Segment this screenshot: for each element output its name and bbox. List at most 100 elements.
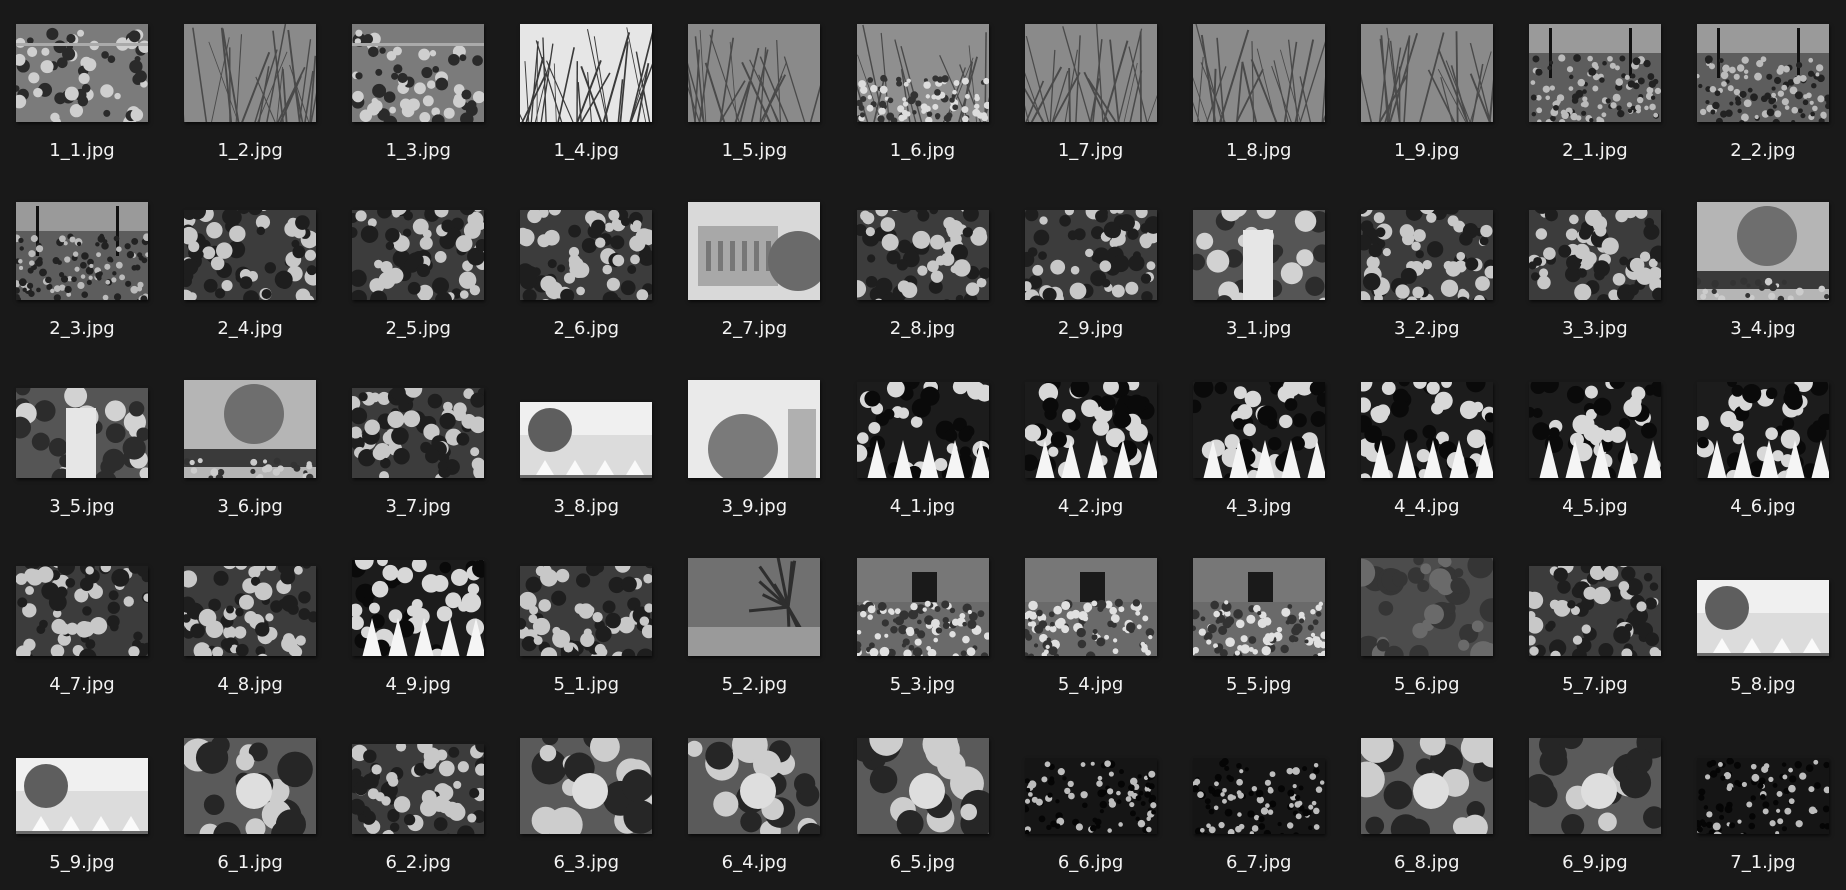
file-tile[interactable]: 5_4.jpg bbox=[1025, 534, 1193, 712]
file-tile[interactable]: 3_3.jpg bbox=[1529, 178, 1697, 356]
file-thumbnail[interactable] bbox=[1361, 558, 1493, 656]
file-name-label[interactable]: 2_5.jpg bbox=[352, 318, 484, 340]
file-thumbnail[interactable] bbox=[1529, 24, 1661, 122]
file-tile[interactable]: 4_2.jpg bbox=[1025, 356, 1193, 534]
file-thumbnail[interactable] bbox=[16, 758, 148, 834]
file-thumbnail[interactable] bbox=[1361, 210, 1493, 300]
file-thumbnail[interactable] bbox=[1025, 210, 1157, 300]
file-name-label[interactable]: 2_9.jpg bbox=[1025, 318, 1157, 340]
file-tile[interactable]: 3_1.jpg bbox=[1193, 178, 1361, 356]
file-thumbnail[interactable] bbox=[1193, 758, 1325, 834]
file-tile[interactable]: 2_8.jpg bbox=[857, 178, 1025, 356]
file-name-label[interactable]: 1_2.jpg bbox=[184, 140, 316, 162]
file-name-label[interactable]: 3_2.jpg bbox=[1361, 318, 1493, 340]
file-name-label[interactable]: 6_3.jpg bbox=[520, 852, 652, 874]
file-thumbnail[interactable] bbox=[857, 24, 989, 122]
file-tile[interactable]: 4_9.jpg bbox=[352, 534, 520, 712]
file-name-label[interactable]: 4_5.jpg bbox=[1529, 496, 1661, 518]
file-name-label[interactable]: 3_5.jpg bbox=[16, 496, 148, 518]
file-name-label[interactable]: 4_2.jpg bbox=[1025, 496, 1157, 518]
file-tile[interactable]: 5_7.jpg bbox=[1529, 534, 1697, 712]
file-tile[interactable]: 3_2.jpg bbox=[1361, 178, 1529, 356]
file-name-label[interactable]: 4_9.jpg bbox=[352, 674, 484, 696]
file-name-label[interactable]: 1_5.jpg bbox=[688, 140, 820, 162]
file-tile[interactable]: 5_6.jpg bbox=[1361, 534, 1529, 712]
file-tile[interactable]: 6_3.jpg bbox=[520, 712, 688, 890]
file-thumbnail[interactable] bbox=[688, 24, 820, 122]
file-thumbnail[interactable] bbox=[520, 402, 652, 478]
file-tile[interactable]: 4_5.jpg bbox=[1529, 356, 1697, 534]
file-tile[interactable]: 6_2.jpg bbox=[352, 712, 520, 890]
file-name-label[interactable]: 6_4.jpg bbox=[688, 852, 820, 874]
file-name-label[interactable]: 4_8.jpg bbox=[184, 674, 316, 696]
file-tile[interactable]: 1_7.jpg bbox=[1025, 0, 1193, 178]
file-tile[interactable]: 1_3.jpg bbox=[352, 0, 520, 178]
file-tile[interactable]: 3_4.jpg bbox=[1697, 178, 1846, 356]
file-name-label[interactable]: 4_3.jpg bbox=[1193, 496, 1325, 518]
file-name-label[interactable]: 5_6.jpg bbox=[1361, 674, 1493, 696]
file-tile[interactable]: 2_3.jpg bbox=[16, 178, 184, 356]
file-name-label[interactable]: 6_2.jpg bbox=[352, 852, 484, 874]
file-name-label[interactable]: 5_7.jpg bbox=[1529, 674, 1661, 696]
file-tile[interactable]: 4_7.jpg bbox=[16, 534, 184, 712]
file-thumbnail[interactable] bbox=[688, 380, 820, 478]
file-thumbnail[interactable] bbox=[184, 380, 316, 478]
file-name-label[interactable]: 1_6.jpg bbox=[857, 140, 989, 162]
file-tile[interactable]: 1_8.jpg bbox=[1193, 0, 1361, 178]
file-tile[interactable]: 2_2.jpg bbox=[1697, 0, 1846, 178]
file-tile[interactable]: 6_8.jpg bbox=[1361, 712, 1529, 890]
file-tile[interactable]: 2_6.jpg bbox=[520, 178, 688, 356]
file-tile[interactable]: 1_1.jpg bbox=[16, 0, 184, 178]
file-thumbnail[interactable] bbox=[857, 738, 989, 834]
file-tile[interactable]: 2_1.jpg bbox=[1529, 0, 1697, 178]
file-name-label[interactable]: 6_5.jpg bbox=[857, 852, 989, 874]
file-thumbnail[interactable] bbox=[688, 202, 820, 300]
file-name-label[interactable]: 6_7.jpg bbox=[1193, 852, 1325, 874]
file-thumbnail[interactable] bbox=[1361, 738, 1493, 834]
file-thumbnail[interactable] bbox=[1025, 758, 1157, 834]
file-name-label[interactable]: 3_6.jpg bbox=[184, 496, 316, 518]
file-name-label[interactable]: 2_3.jpg bbox=[16, 318, 148, 340]
file-tile[interactable]: 5_9.jpg bbox=[16, 712, 184, 890]
file-tile[interactable]: 6_5.jpg bbox=[857, 712, 1025, 890]
file-thumbnail[interactable] bbox=[1697, 382, 1829, 478]
file-tile[interactable]: 2_5.jpg bbox=[352, 178, 520, 356]
file-thumbnail[interactable] bbox=[184, 566, 316, 656]
file-name-label[interactable]: 5_4.jpg bbox=[1025, 674, 1157, 696]
file-thumbnail[interactable] bbox=[857, 382, 989, 478]
file-thumbnail[interactable] bbox=[1193, 24, 1325, 122]
file-thumbnail[interactable] bbox=[1697, 758, 1829, 834]
file-thumbnail[interactable] bbox=[1697, 202, 1829, 300]
file-thumbnail[interactable] bbox=[16, 566, 148, 656]
file-thumbnail[interactable] bbox=[184, 210, 316, 300]
file-tile[interactable]: 2_4.jpg bbox=[184, 178, 352, 356]
file-tile[interactable]: 4_4.jpg bbox=[1361, 356, 1529, 534]
file-name-label[interactable]: 1_3.jpg bbox=[352, 140, 484, 162]
file-thumbnail[interactable] bbox=[520, 24, 652, 122]
file-thumbnail[interactable] bbox=[16, 202, 148, 300]
file-tile[interactable]: 6_9.jpg bbox=[1529, 712, 1697, 890]
file-tile[interactable]: 5_3.jpg bbox=[857, 534, 1025, 712]
file-tile[interactable]: 1_4.jpg bbox=[520, 0, 688, 178]
file-name-label[interactable]: 5_8.jpg bbox=[1697, 674, 1829, 696]
file-thumbnail[interactable] bbox=[1529, 210, 1661, 300]
file-name-label[interactable]: 6_1.jpg bbox=[184, 852, 316, 874]
file-name-label[interactable]: 4_6.jpg bbox=[1697, 496, 1829, 518]
file-name-label[interactable]: 5_9.jpg bbox=[16, 852, 148, 874]
file-name-label[interactable]: 1_9.jpg bbox=[1361, 140, 1493, 162]
file-tile[interactable]: 1_9.jpg bbox=[1361, 0, 1529, 178]
file-name-label[interactable]: 5_5.jpg bbox=[1193, 674, 1325, 696]
file-thumbnail[interactable] bbox=[520, 210, 652, 300]
file-thumbnail[interactable] bbox=[688, 738, 820, 834]
file-thumbnail[interactable] bbox=[1361, 24, 1493, 122]
file-tile[interactable]: 1_5.jpg bbox=[688, 0, 856, 178]
file-thumbnail[interactable] bbox=[1529, 382, 1661, 478]
file-tile[interactable]: 5_2.jpg bbox=[688, 534, 856, 712]
file-name-label[interactable]: 4_4.jpg bbox=[1361, 496, 1493, 518]
file-tile[interactable]: 1_2.jpg bbox=[184, 0, 352, 178]
file-thumbnail[interactable] bbox=[1697, 580, 1829, 656]
file-tile[interactable]: 4_3.jpg bbox=[1193, 356, 1361, 534]
file-tile[interactable]: 7_1.jpg bbox=[1697, 712, 1846, 890]
file-tile[interactable]: 1_6.jpg bbox=[857, 0, 1025, 178]
file-thumbnail[interactable] bbox=[352, 388, 484, 478]
